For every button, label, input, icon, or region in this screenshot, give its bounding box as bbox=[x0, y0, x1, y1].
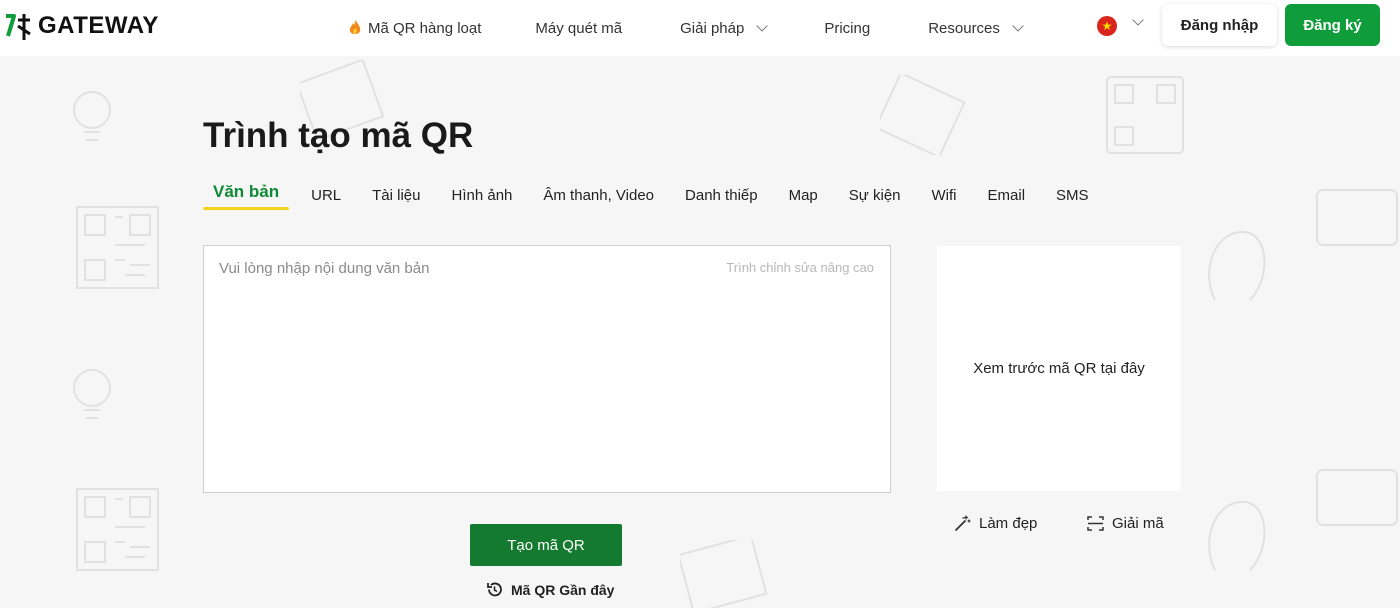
page-title: Trình tạo mã QR bbox=[203, 116, 474, 155]
active-tab-underline bbox=[203, 207, 290, 210]
nav-pricing[interactable]: Pricing bbox=[824, 20, 870, 37]
chevron-down-icon bbox=[1012, 20, 1024, 32]
gateway-logo[interactable]: GATEWAY bbox=[4, 10, 159, 42]
nav-pricing-label: Pricing bbox=[824, 19, 871, 37]
tab-event[interactable]: Sự kiện bbox=[849, 180, 901, 204]
tab-sms[interactable]: SMS bbox=[1056, 180, 1089, 204]
tab-audio-video[interactable]: Âm thanh, Video bbox=[543, 180, 654, 204]
qr-type-tabs: Văn bản URL Tài liệu Hình ảnh Âm thanh, … bbox=[203, 180, 1089, 216]
text-editor: Trình chỉnh sửa nâng cao bbox=[203, 245, 891, 493]
top-navbar: GATEWAY Mã QR hàng loạt Máy quét mã Giải… bbox=[0, 0, 1400, 56]
magic-wand-icon bbox=[955, 515, 971, 531]
nav-bulk-qr[interactable]: Mã QR hàng loạt bbox=[348, 19, 481, 37]
tab-text-label: Văn bản bbox=[213, 182, 280, 201]
nav-scanner[interactable]: Máy quét mã bbox=[535, 20, 622, 37]
signup-button[interactable]: Đăng ký bbox=[1285, 4, 1380, 46]
decode-button[interactable]: Giải mã bbox=[1087, 515, 1164, 532]
tab-email[interactable]: Email bbox=[988, 180, 1026, 204]
nav-resources-label: Resources bbox=[928, 19, 1000, 37]
history-icon bbox=[487, 582, 502, 597]
nav-scanner-label: Máy quét mã bbox=[535, 19, 623, 37]
nav-solutions[interactable]: Giải pháp bbox=[680, 19, 769, 37]
tab-business-card[interactable]: Danh thiếp bbox=[685, 180, 758, 204]
generate-qr-button[interactable]: Tạo mã QR bbox=[470, 524, 622, 566]
tab-document[interactable]: Tài liệu bbox=[372, 180, 420, 204]
advanced-editor-link[interactable]: Trình chỉnh sửa nâng cao bbox=[726, 260, 874, 275]
login-button[interactable]: Đăng nhập bbox=[1162, 4, 1277, 46]
qr-preview-panel: Xem trước mã QR tại đây bbox=[937, 246, 1181, 491]
fire-icon bbox=[349, 20, 361, 34]
qr-preview-placeholder: Xem trước mã QR tại đây bbox=[973, 360, 1145, 377]
nav-resources[interactable]: Resources bbox=[928, 19, 1024, 37]
nav-solutions-label: Giải pháp bbox=[680, 19, 745, 37]
tab-text[interactable]: Văn bản bbox=[203, 180, 290, 210]
language-chevron-down-icon[interactable] bbox=[1132, 14, 1144, 26]
gateway-logo-icon bbox=[6, 14, 31, 40]
text-content-input[interactable] bbox=[204, 246, 890, 492]
nav-bulk-qr-label: Mã QR hàng loạt bbox=[368, 19, 482, 37]
recent-qr-link[interactable]: Mã QR Gần đây bbox=[486, 581, 614, 598]
vietnam-flag-icon[interactable]: ★ bbox=[1097, 16, 1117, 36]
main-nav: Mã QR hàng loạt Máy quét mã Giải pháp Pr… bbox=[348, 0, 1024, 56]
logo-text: GATEWAY bbox=[38, 12, 159, 39]
scan-icon bbox=[1087, 516, 1104, 531]
tab-url[interactable]: URL bbox=[311, 180, 341, 204]
tab-map[interactable]: Map bbox=[789, 180, 818, 204]
recent-qr-label: Mã QR Gần đây bbox=[511, 581, 615, 598]
chevron-down-icon bbox=[756, 20, 769, 32]
beautify-button[interactable]: Làm đẹp bbox=[954, 515, 1037, 532]
tab-image[interactable]: Hình ảnh bbox=[452, 180, 513, 204]
decode-label: Giải mã bbox=[1112, 515, 1164, 532]
beautify-label: Làm đẹp bbox=[979, 515, 1038, 532]
tab-wifi[interactable]: Wifi bbox=[932, 180, 957, 204]
